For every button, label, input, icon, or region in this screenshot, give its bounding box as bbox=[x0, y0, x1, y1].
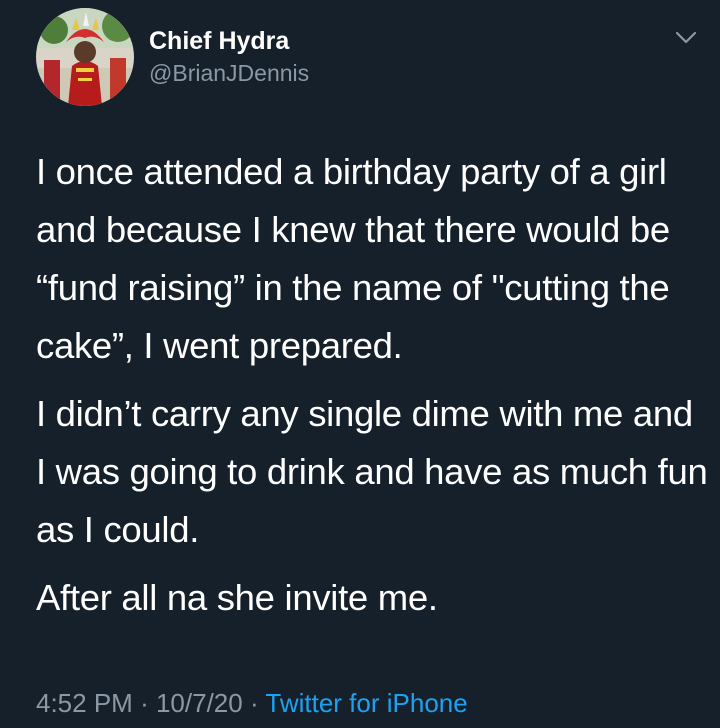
meta-separator: · bbox=[249, 688, 259, 718]
avatar-image bbox=[36, 8, 134, 106]
tweet-header: Chief Hydra @BrianJDennis bbox=[36, 8, 309, 106]
avatar[interactable] bbox=[36, 8, 134, 106]
tweet-paragraph: After all na she invite me. bbox=[36, 577, 438, 618]
tweet-source-link[interactable]: Twitter for iPhone bbox=[265, 688, 467, 718]
tweet-date[interactable]: 10/7/20 bbox=[156, 688, 243, 718]
tweet-paragraph: I once attended a birthday party of a gi… bbox=[36, 151, 670, 366]
meta-separator: · bbox=[140, 688, 149, 718]
tweet-card: Chief Hydra @BrianJDennis I once attende… bbox=[0, 0, 720, 728]
tweet-time[interactable]: 4:52 PM bbox=[36, 688, 133, 718]
tweet-text: I once attended a birthday party of a gi… bbox=[36, 143, 708, 637]
user-handle[interactable]: @BrianJDennis bbox=[149, 57, 309, 89]
user-names: Chief Hydra @BrianJDennis bbox=[149, 25, 309, 89]
display-name[interactable]: Chief Hydra bbox=[149, 25, 309, 57]
tweet-metadata: 4:52 PM · 10/7/20 · Twitter for iPhone bbox=[36, 683, 468, 723]
tweet-paragraph: I didn’t carry any single dime with me a… bbox=[36, 393, 708, 550]
chevron-down-icon[interactable] bbox=[674, 28, 698, 48]
